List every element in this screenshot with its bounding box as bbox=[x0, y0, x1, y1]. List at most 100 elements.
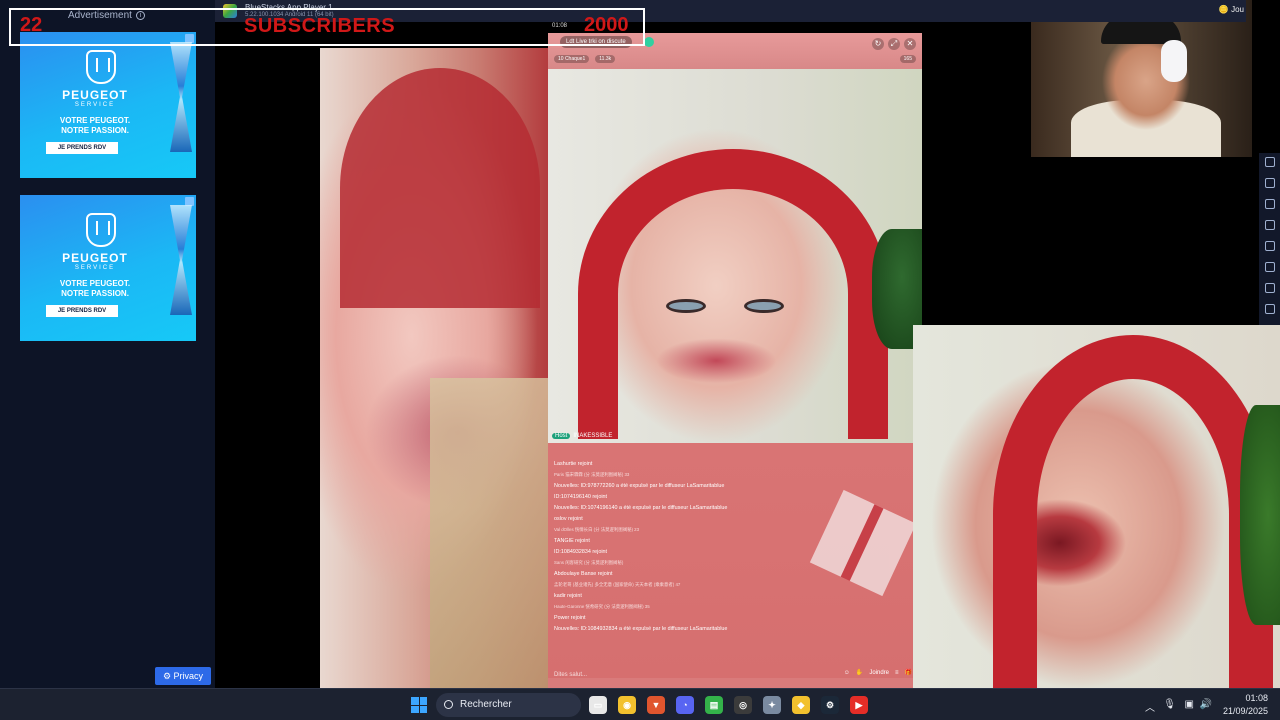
volume-icon[interactable]: 🔊 bbox=[1200, 699, 1212, 710]
chat-input[interactable]: Dites salut... bbox=[554, 668, 754, 682]
ad-slogan: VOTRE PEUGEOT. NOTRE PASSION. bbox=[20, 279, 170, 299]
game-button-label: Jou bbox=[1231, 5, 1244, 14]
headphones-shape bbox=[1161, 40, 1187, 82]
chat-badge-line: Val dOlles 恍情长白 (分 法莫逻利图阀秘) 23 bbox=[554, 527, 640, 532]
host-badge: Host bbox=[552, 433, 571, 439]
gift-icon[interactable]: 🎁 bbox=[905, 669, 912, 676]
emoji-icon[interactable]: ☺ bbox=[844, 670, 850, 676]
chat-message: Nouvelles: ID:1074196140 a été expulsé p… bbox=[554, 505, 728, 511]
start-button[interactable] bbox=[411, 697, 427, 713]
hourglass-image bbox=[170, 205, 192, 315]
adchoices-icon[interactable] bbox=[185, 197, 194, 206]
ad-slogan: VOTRE PEUGEOT. NOTRE PASSION. bbox=[20, 116, 170, 136]
ad-slogan-line-1: VOTRE PEUGEOT. bbox=[59, 116, 131, 125]
ad-brand: PEUGEOT bbox=[62, 251, 128, 265]
red-hood-shape bbox=[993, 335, 1273, 695]
ad-banner-1[interactable]: PEUGEOT SERVICE VOTRE PEUGEOT. NOTRE PAS… bbox=[20, 32, 196, 178]
ad-sidebar: Advertisement i PEUGEOT SERVICE VOTRE PE… bbox=[0, 0, 215, 688]
stat-ranking[interactable]: 10 Chaque1 bbox=[554, 55, 590, 63]
notes-icon[interactable]: ▤ bbox=[705, 696, 723, 714]
discord-icon[interactable]: ◔ bbox=[676, 696, 694, 714]
chat-message: Power rejoint bbox=[554, 615, 586, 621]
camera-icon[interactable] bbox=[1264, 199, 1275, 209]
settings-icon[interactable]: ✦ bbox=[763, 696, 781, 714]
youtube-icon[interactable]: ▶ bbox=[850, 696, 868, 714]
live-stream-window: Ldt Live trki on discute ↻ ⤢ ✕ 10 Chaque… bbox=[548, 33, 922, 688]
ad-slogan-line-2: NOTRE PASSION. bbox=[61, 126, 129, 135]
chat-badge-line: 孟轮老哥 (基业诸先) 多全无意 (国家使命) 天天本者 (乘乘意者) 47 bbox=[554, 582, 681, 587]
network-icon[interactable]: ▣ bbox=[1185, 699, 1194, 710]
rotate-icon[interactable] bbox=[1264, 283, 1275, 293]
gallery-icon[interactable] bbox=[1264, 241, 1275, 251]
peugeot-logo-icon bbox=[86, 50, 116, 84]
clock-time[interactable]: 01:08 bbox=[1245, 693, 1268, 703]
chat-message: oslov rejoint bbox=[554, 516, 583, 522]
macro-icon[interactable] bbox=[1264, 304, 1275, 314]
brave-icon[interactable]: ▼ bbox=[647, 696, 665, 714]
right-eye-shape bbox=[744, 299, 784, 313]
subscriber-count: 22 bbox=[20, 14, 43, 36]
ad-slogan-line-1: VOTRE PEUGEOT. bbox=[59, 279, 131, 288]
close-icon[interactable]: ✕ bbox=[904, 38, 916, 50]
hourglass-image bbox=[170, 42, 192, 152]
ad-brand: PEUGEOT bbox=[62, 88, 128, 102]
screen: Advertisement i PEUGEOT SERVICE VOTRE PE… bbox=[0, 0, 1280, 720]
chat-actions: ☺ ✋ Joindre ≡ 🎁 bbox=[844, 669, 912, 677]
screenshot-icon[interactable] bbox=[1264, 178, 1275, 188]
streamer-webcam bbox=[1031, 0, 1252, 158]
follow-icon[interactable] bbox=[644, 37, 654, 47]
chat-badge-line: Haute-Garonne 恍希研究 (分 法莫逻利图阀秘) 35 bbox=[554, 604, 650, 609]
chrome-icon[interactable]: ◉ bbox=[618, 696, 636, 714]
live-chat: Lashurtie rejoint Paris 猫宋霖霖 (分 法莫逻利图阀秘) … bbox=[548, 443, 917, 678]
refresh-icon[interactable]: ↻ bbox=[872, 38, 884, 50]
privacy-label: Privacy bbox=[173, 671, 204, 681]
viewer-count[interactable]: 165 bbox=[899, 55, 916, 63]
ad-slogan-line-2: NOTRE PASSION. bbox=[61, 289, 129, 298]
streamer-live-video bbox=[548, 69, 922, 443]
microphone-icon[interactable]: 🎙 bbox=[1163, 699, 1176, 710]
record-icon[interactable] bbox=[1264, 220, 1275, 230]
bluestacks-icon[interactable]: ◆ bbox=[792, 696, 810, 714]
hair-shape bbox=[430, 378, 549, 688]
chat-message: ID:1084932834 rejoint bbox=[554, 549, 608, 555]
clock-date[interactable]: 21/09/2025 bbox=[1223, 706, 1268, 716]
chat-message: ID:1074196140 rejoint bbox=[554, 494, 608, 500]
emulator-side-toolbar bbox=[1259, 153, 1280, 325]
obs-icon[interactable]: ◎ bbox=[734, 696, 752, 714]
zoomed-face-video bbox=[320, 48, 549, 688]
reaction-video bbox=[913, 325, 1280, 695]
red-hood-shape bbox=[578, 149, 888, 439]
ad-service: SERVICE bbox=[74, 102, 116, 108]
join-icon[interactable]: ✋ bbox=[856, 669, 863, 676]
red-hood-shape bbox=[340, 68, 540, 308]
chat-message: kadir rejoint bbox=[554, 593, 582, 599]
chat-message: Abdoulaye Banse rejoint bbox=[554, 571, 613, 577]
ad-cta-button[interactable]: JE PRENDS RDV bbox=[46, 305, 118, 317]
menu-icon[interactable]: ≡ bbox=[895, 670, 899, 676]
search-placeholder: Rechercher bbox=[460, 699, 512, 710]
ad-banner-2[interactable]: PEUGEOT SERVICE VOTRE PEUGEOT. NOTRE PAS… bbox=[20, 195, 196, 341]
taskbar: Rechercher ▭ ◉ ▼ ◔ ▤ ◎ ✦ ◆ ⚙ ▶ ︿ 🎙 ▣ 🔊 01:08 21/0… bbox=[0, 688, 1280, 720]
file-explorer-icon[interactable]: ▭ bbox=[589, 696, 607, 714]
chat-badge-line: Sans 闲客研究 (分 法莫逻利图阀秘) bbox=[554, 560, 624, 565]
stat-likes: 11.3k bbox=[595, 55, 616, 63]
window-controls: ↻ ⤢ ✕ bbox=[872, 38, 916, 50]
privacy-button[interactable]: ⚙ Privacy bbox=[155, 667, 211, 685]
game-button[interactable]: 🪙 Jou bbox=[1219, 5, 1244, 14]
chat-message: TANGIE rejoint bbox=[554, 538, 590, 544]
expand-icon[interactable]: ⤢ bbox=[888, 38, 900, 50]
subscriber-label: SUBSCRIBERS bbox=[244, 15, 396, 37]
join-label[interactable]: Joindre bbox=[869, 670, 889, 676]
chat-badge-line: Paris 猫宋霖霖 (分 法莫逻利图阀秘) 33 bbox=[554, 472, 630, 477]
taskbar-search[interactable]: Rechercher bbox=[436, 693, 581, 717]
peugeot-logo-icon bbox=[86, 213, 116, 247]
ad-cta-button[interactable]: JE PRENDS RDV bbox=[46, 142, 118, 154]
ad-service: SERVICE bbox=[74, 265, 116, 271]
live-stats: 10 Chaque1 11.3k bbox=[554, 55, 616, 63]
location-icon[interactable] bbox=[1264, 262, 1275, 272]
chevron-up-icon[interactable]: ︿ bbox=[1145, 699, 1155, 714]
plant-shape bbox=[1240, 405, 1280, 625]
host-name[interactable]: INAKESSIBLE bbox=[573, 433, 612, 439]
keyboard-icon[interactable] bbox=[1264, 157, 1275, 167]
steam-icon[interactable]: ⚙ bbox=[821, 696, 839, 714]
